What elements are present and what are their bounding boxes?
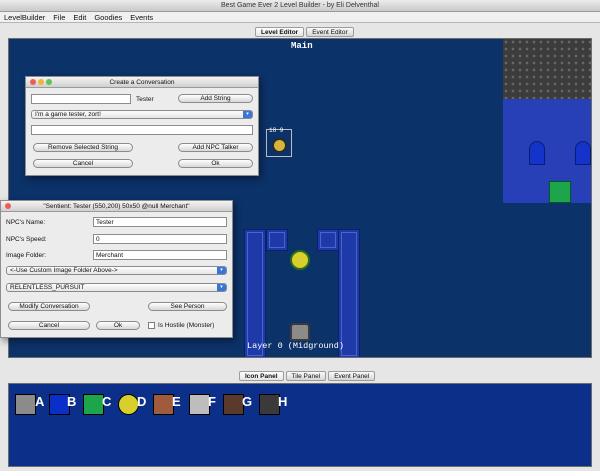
green-tile — [549, 181, 571, 203]
chevron-down-icon: ▾ — [243, 111, 252, 118]
npc-tag: 18 9 — [269, 127, 284, 134]
menu-events[interactable]: Events — [126, 12, 157, 23]
palette-icon-a[interactable] — [15, 394, 36, 415]
tab-level-editor[interactable]: Level Editor — [255, 27, 305, 37]
window-controls — [30, 79, 52, 85]
behavior-select-value: RELENTLESS_PURSUIT — [10, 284, 85, 291]
palette-letter: F — [208, 394, 216, 409]
conversation-dialog: Create a Conversation Tester Add String … — [25, 76, 259, 176]
chevron-down-icon: ▾ — [217, 284, 226, 291]
palette-letter: G — [242, 394, 253, 409]
palette-letter: A — [35, 394, 45, 409]
editor-tabs: Level Editor Event Editor — [255, 27, 354, 37]
npc-speed-label: NPC's Speed: — [6, 236, 47, 243]
building-wall — [503, 99, 591, 203]
close-icon[interactable] — [30, 79, 36, 85]
palette-icon-f[interactable] — [189, 394, 210, 415]
npc-speed-field[interactable]: 0 — [93, 234, 227, 244]
cancel-button[interactable]: Cancel — [8, 321, 90, 330]
building-window — [575, 141, 591, 165]
tab-event-panel[interactable]: Event Panel — [328, 371, 376, 381]
behavior-select[interactable]: RELENTLESS_PURSUIT ▾ — [6, 283, 227, 292]
chevron-down-icon: ▾ — [217, 267, 226, 274]
palette-letter: B — [67, 394, 77, 409]
wall-right — [338, 229, 360, 357]
palette-icon-e[interactable] — [153, 394, 174, 415]
is-hostile-label: Is Hostile (Monster) — [158, 322, 215, 329]
player-sprite[interactable] — [290, 323, 310, 341]
see-person-button[interactable]: See Person — [148, 302, 227, 311]
panel-tabs: Icon Panel Tile Panel Event Panel — [239, 371, 376, 381]
conversation-second-input[interactable] — [31, 125, 253, 135]
ok-button[interactable]: Ok — [96, 321, 140, 330]
npc-name-field[interactable]: Tester — [93, 217, 227, 227]
add-npc-talker-button[interactable]: Add NPC Talker — [178, 143, 253, 152]
add-string-button[interactable]: Add String — [178, 94, 253, 103]
is-hostile-checkbox[interactable] — [148, 322, 155, 329]
npc-sprite[interactable] — [272, 138, 287, 153]
cancel-button[interactable]: Cancel — [33, 159, 133, 168]
npc-name-label: NPC's Name: — [6, 219, 46, 226]
npc-dialog-titlebar: "Sentient: Tester (550,200) 50x50 @null … — [1, 201, 232, 212]
npc-dialog: "Sentient: Tester (550,200) 50x50 @null … — [0, 200, 233, 338]
menu-levelbuilder[interactable]: LevelBuilder — [0, 12, 49, 23]
palette-icon-h[interactable] — [259, 394, 280, 415]
npc-selection-box[interactable]: 18 9 — [266, 127, 292, 157]
palette-icon-c[interactable] — [83, 394, 104, 415]
tab-tile-panel[interactable]: Tile Panel — [285, 371, 327, 381]
window-title: Best Game Ever 2 Level Builder - by Eli … — [0, 0, 600, 12]
building-roof — [503, 39, 591, 99]
icon-panel: A B C D E F G H — [8, 383, 592, 467]
minimize-icon[interactable] — [38, 79, 44, 85]
image-folder-field[interactable]: Merchant — [93, 250, 227, 260]
conversation-strings-select[interactable]: I'm a game tester, zort! ▾ — [31, 110, 253, 119]
layer-label: Layer 0 (Midground) — [247, 341, 344, 351]
palette-letter: E — [172, 394, 181, 409]
close-icon[interactable] — [5, 203, 11, 209]
zoom-icon[interactable] — [46, 79, 52, 85]
palette-letter: C — [102, 394, 112, 409]
conversation-dialog-title: Create a Conversation — [109, 79, 175, 86]
ok-button[interactable]: Ok — [178, 159, 253, 168]
palette-icon-d[interactable] — [118, 394, 139, 415]
image-folder-select-value: <-Use Custom Image Folder Above-> — [10, 267, 118, 274]
npc-dialog-title: "Sentient: Tester (550,200) 50x50 @null … — [43, 203, 190, 210]
tab-event-editor[interactable]: Event Editor — [306, 27, 354, 37]
modify-conversation-button[interactable]: Modify Conversation — [8, 302, 90, 311]
menu-edit[interactable]: Edit — [69, 12, 90, 23]
menu-bar: LevelBuilder File Edit Goodies Events — [0, 12, 600, 23]
menu-file[interactable]: File — [49, 12, 69, 23]
world-title: Main — [291, 41, 313, 51]
palette-icon-g[interactable] — [223, 394, 244, 415]
remove-selected-string-button[interactable]: Remove Selected String — [33, 143, 133, 152]
palette-letter: H — [278, 394, 288, 409]
wall-left — [244, 229, 266, 357]
window-controls — [5, 203, 11, 209]
tab-icon-panel[interactable]: Icon Panel — [239, 371, 284, 381]
conversation-dialog-titlebar: Create a Conversation — [26, 77, 258, 88]
image-folder-label: Image Folder: — [6, 252, 47, 259]
building-window — [529, 141, 545, 165]
selected-string: I'm a game tester, zort! — [35, 111, 101, 118]
menu-goodies[interactable]: Goodies — [90, 12, 126, 23]
image-folder-select[interactable]: <-Use Custom Image Folder Above-> ▾ — [6, 266, 227, 275]
wall-top-left — [266, 229, 288, 251]
palette-letter: D — [137, 394, 147, 409]
wall-top-mid — [317, 229, 339, 251]
speaker-label: Tester — [136, 96, 154, 103]
npc-sprite-green[interactable] — [290, 250, 310, 270]
conversation-string-input[interactable] — [31, 94, 131, 104]
